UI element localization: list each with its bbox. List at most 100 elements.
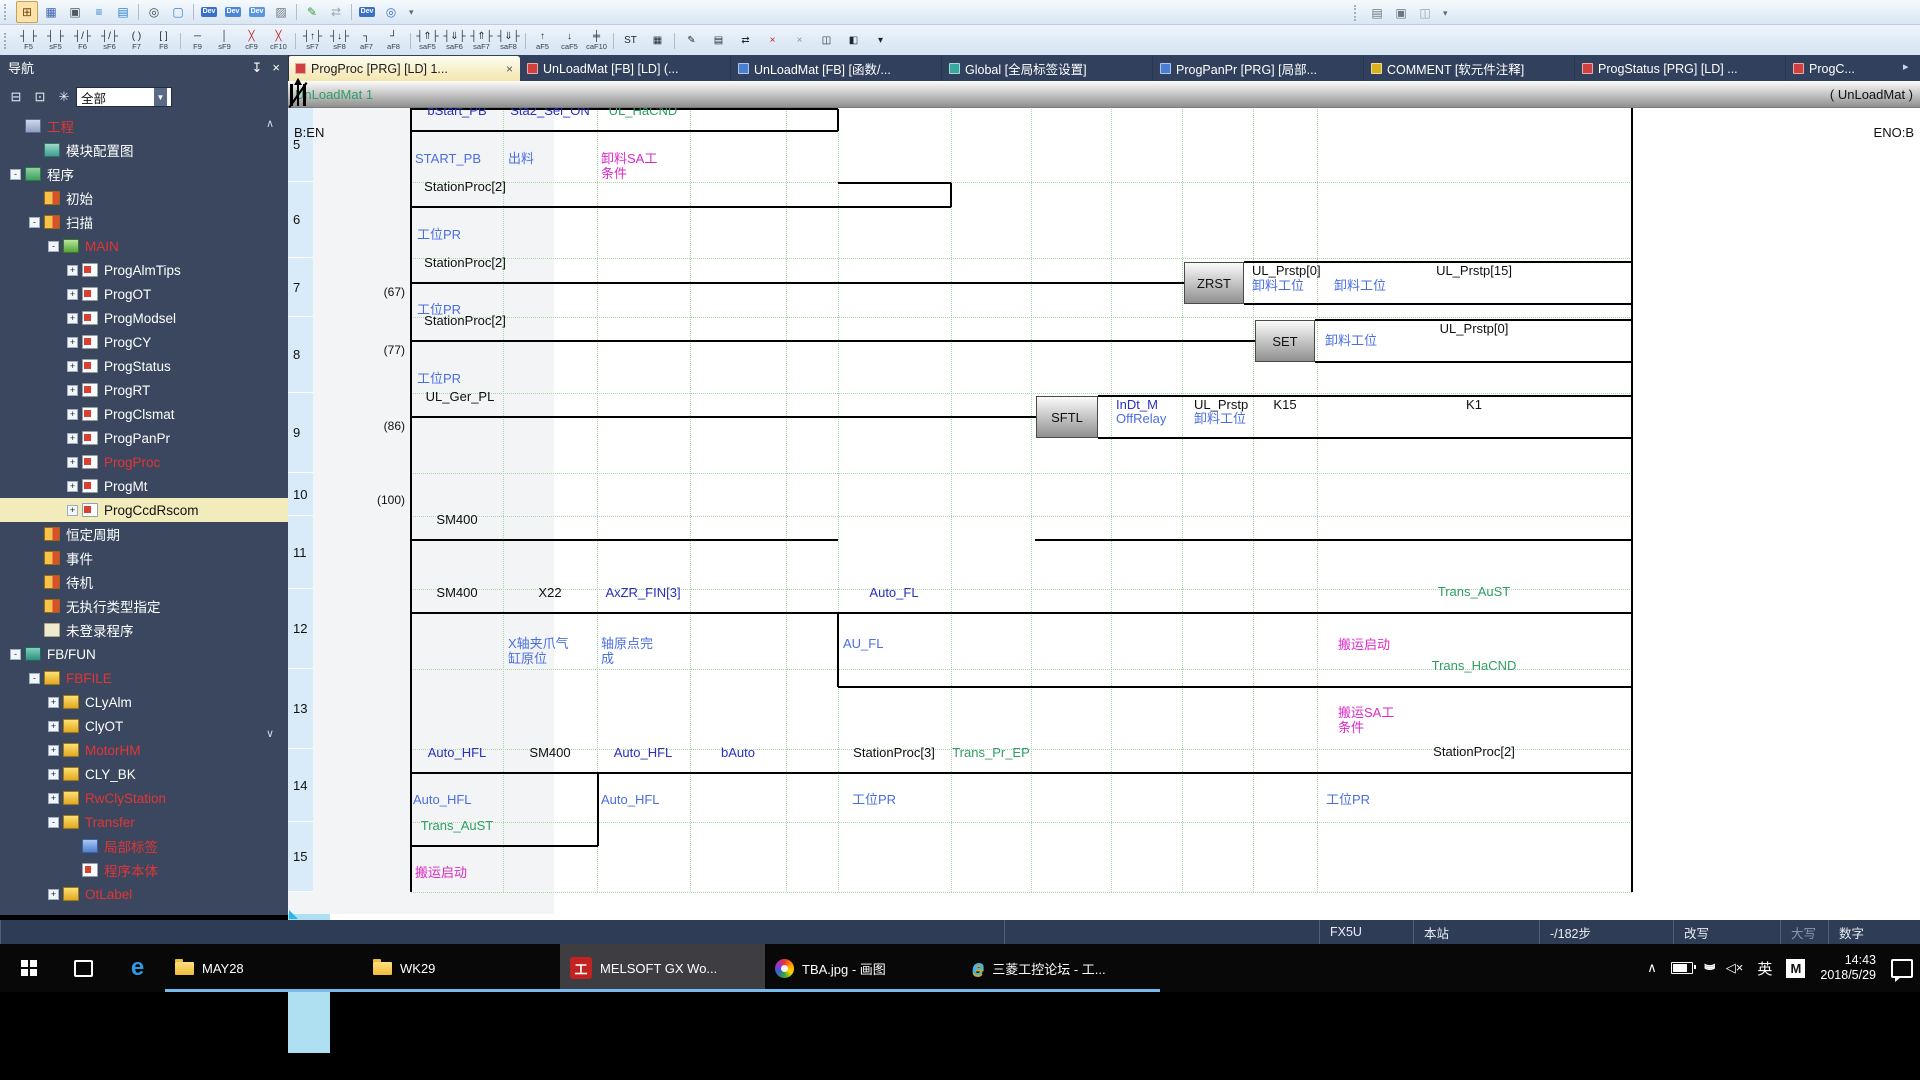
tree-expander-icon[interactable]: + bbox=[67, 337, 78, 348]
ladder-vline-button[interactable]: │sF9 bbox=[211, 26, 238, 55]
tree-expander-icon[interactable]: + bbox=[48, 793, 59, 804]
tree-item-初始[interactable]: 初始 bbox=[0, 186, 288, 210]
tree-item-无执行类型指定[interactable]: 无执行类型指定 bbox=[0, 594, 288, 618]
instruction-box-ZRST[interactable]: ZRST bbox=[1184, 262, 1244, 304]
instruction-box-SFTL[interactable]: SFTL bbox=[1036, 396, 1098, 438]
intelligent-module-icon[interactable]: ▤ bbox=[1366, 2, 1388, 24]
tree-item-ProgProc[interactable]: +ProgProc bbox=[0, 450, 288, 474]
tree-expander-icon[interactable]: + bbox=[67, 481, 78, 492]
tree-expander-icon[interactable]: + bbox=[48, 697, 59, 708]
toolbar-grip-3[interactable] bbox=[4, 33, 11, 49]
tab-progpanpr-prg-[interactable]: ProgPanPr [PRG] [局部... bbox=[1153, 56, 1364, 81]
tree-expander-icon[interactable]: + bbox=[67, 265, 78, 276]
ladder-fall-branch-button[interactable]: ┤⇓├saF6 bbox=[441, 26, 468, 55]
tree-item-恒定周期[interactable]: 恒定周期 bbox=[0, 522, 288, 546]
pin-icon[interactable]: ↧ bbox=[252, 60, 263, 76]
ladder-branch-up-button[interactable]: ┐aF7 bbox=[353, 26, 380, 55]
tree-expander-icon[interactable]: + bbox=[67, 409, 78, 420]
tree-item-OtLabel[interactable]: +OtLabel bbox=[0, 882, 288, 906]
label-list-icon[interactable]: ▤ bbox=[112, 1, 134, 23]
ladder-insert-row-button[interactable]: ↑aF5 bbox=[529, 26, 556, 55]
tree-expander-icon[interactable]: + bbox=[48, 889, 59, 900]
build-icon[interactable]: ▨ bbox=[270, 1, 292, 23]
tree-filter-dropdown[interactable]: 全部 ▼ bbox=[76, 87, 172, 107]
zoom-tool-icon[interactable]: ◎ bbox=[380, 1, 402, 23]
tree-expander-icon[interactable]: + bbox=[48, 769, 59, 780]
tree-expander-icon[interactable]: + bbox=[67, 433, 78, 444]
instruction-box-SET[interactable]: SET bbox=[1255, 320, 1315, 362]
volume-muted-icon[interactable]: ◁× bbox=[1726, 960, 1744, 976]
tree-item-Transfer[interactable]: -Transfer bbox=[0, 810, 288, 834]
swap-button[interactable]: ⇄ bbox=[732, 26, 759, 55]
tree-item-待机[interactable]: 待机 bbox=[0, 570, 288, 594]
close-pane-icon[interactable]: × bbox=[272, 60, 280, 75]
st-editor-button[interactable]: ST bbox=[617, 26, 644, 55]
taskbar-paint-tba[interactable]: TBA.jpg - 画图 bbox=[765, 944, 962, 992]
action-center-icon[interactable] bbox=[1891, 959, 1913, 978]
tab-progc-[interactable]: ProgC... bbox=[1786, 56, 1920, 81]
window-split-button[interactable]: ◫ bbox=[813, 26, 840, 55]
tree-expander-icon[interactable]: - bbox=[29, 217, 40, 228]
edit-comment-button[interactable]: ✎ bbox=[678, 26, 705, 55]
settings-gear-icon[interactable]: ✳ bbox=[52, 86, 76, 108]
tree-item-ProgRT[interactable]: +ProgRT bbox=[0, 378, 288, 402]
ime-mode-icon[interactable]: M bbox=[1786, 959, 1805, 978]
tree-item-工程[interactable]: 工程 bbox=[0, 114, 288, 138]
more-button[interactable]: ▾ bbox=[867, 26, 894, 55]
edge-taskbar-button[interactable]: e bbox=[110, 944, 165, 992]
device-view-icon[interactable]: Dev bbox=[198, 1, 220, 23]
delete-gray-button[interactable]: × bbox=[786, 26, 813, 55]
ladder-delete-vline-button[interactable]: ╳cF10 bbox=[265, 26, 292, 55]
ladder-rise-branch-button[interactable]: ┤⇑├saF5 bbox=[414, 26, 441, 55]
tree-item-程序本体[interactable]: 程序本体 bbox=[0, 858, 288, 882]
tree-expander-icon[interactable]: - bbox=[29, 673, 40, 684]
statement-button[interactable]: ▤ bbox=[705, 26, 732, 55]
ladder-instruction-button[interactable]: [ ]F8 bbox=[150, 26, 177, 55]
project-tree-icon[interactable]: ⊞ bbox=[16, 1, 38, 23]
tab-unloadmat-fb-[interactable]: UnLoadMat [FB] [函数/... bbox=[731, 56, 942, 81]
ladder-delete-hline-button[interactable]: ╳cF9 bbox=[238, 26, 265, 55]
tab-unloadmat-fb-ld-[interactable]: UnLoadMat [FB] [LD] (... bbox=[520, 56, 731, 81]
tree-expander-icon[interactable]: - bbox=[48, 241, 59, 252]
find-window-icon[interactable]: ▢ bbox=[167, 1, 189, 23]
tree-item-事件[interactable]: 事件 bbox=[0, 546, 288, 570]
tree-expander-icon[interactable]: + bbox=[67, 505, 78, 516]
device-watch-icon[interactable]: Dev bbox=[356, 1, 378, 23]
tree-item-FB-FUN[interactable]: -FB/FUN bbox=[0, 642, 288, 666]
tree-expander-icon[interactable]: + bbox=[67, 385, 78, 396]
tree-item-FBFILE[interactable]: -FBFILE bbox=[0, 666, 288, 690]
tree-item-ProgCcdRscom[interactable]: +ProgCcdRscom bbox=[0, 498, 288, 522]
tab-scroll-right-icon[interactable]: ▸ bbox=[1903, 60, 1909, 73]
tree-item-程序[interactable]: -程序 bbox=[0, 162, 288, 186]
tree-item-ProgOT[interactable]: +ProgOT bbox=[0, 282, 288, 306]
save-project-icon[interactable]: ▦ bbox=[40, 1, 62, 23]
device-grid-icon[interactable]: Dev bbox=[222, 1, 244, 23]
tree-item-ProgStatus[interactable]: +ProgStatus bbox=[0, 354, 288, 378]
tree-item-ProgModsel[interactable]: +ProgModsel bbox=[0, 306, 288, 330]
ladder-coil-button[interactable]: ( )F7 bbox=[123, 26, 150, 55]
cross-reference-icon[interactable]: ⇄ bbox=[325, 1, 347, 23]
tree-expander-icon[interactable]: + bbox=[48, 745, 59, 756]
toolbar-overflow-icon[interactable]: ▾ bbox=[409, 7, 414, 18]
ladder-close-contact-button[interactable]: ┤/├F6 bbox=[69, 26, 96, 55]
tree-item-CLyAlm[interactable]: +CLyAlm bbox=[0, 690, 288, 714]
tree-expander-icon[interactable]: + bbox=[67, 313, 78, 324]
ladder-close-branch-button[interactable]: ┤/├sF6 bbox=[96, 26, 123, 55]
tree-expander-icon[interactable]: - bbox=[48, 817, 59, 828]
tree-scroll-down-icon[interactable]: ∨ bbox=[262, 727, 278, 740]
tray-chevron-icon[interactable]: ∧ bbox=[1647, 960, 1657, 976]
tab-progproc-prg-ld-1-[interactable]: ProgProc [PRG] [LD] 1...× bbox=[288, 56, 520, 81]
ladder-pulse-close-button[interactable]: ┤⇓├saF8 bbox=[495, 26, 522, 55]
ladder-branch-down-button[interactable]: ┘aF8 bbox=[380, 26, 407, 55]
tree-expander-icon[interactable]: + bbox=[67, 361, 78, 372]
program-list-icon[interactable]: ≡ bbox=[88, 1, 110, 23]
taskbar-melsoft[interactable]: 工MELSOFT GX Wo... bbox=[560, 944, 765, 992]
tree-item-MotorHM[interactable]: +MotorHM bbox=[0, 738, 288, 762]
tree-expand-icon[interactable]: ⊡ bbox=[28, 86, 52, 108]
ladder-contact-bStart_PB[interactable] bbox=[288, 1053, 308, 1080]
monitor-window-icon[interactable]: ▣ bbox=[1390, 2, 1412, 24]
docking-window-icon[interactable]: ◫ bbox=[1414, 2, 1436, 24]
window-side-button[interactable]: ◧ bbox=[840, 26, 867, 55]
start-button[interactable] bbox=[0, 944, 57, 992]
fbd-editor-button[interactable]: ▦ bbox=[644, 26, 671, 55]
